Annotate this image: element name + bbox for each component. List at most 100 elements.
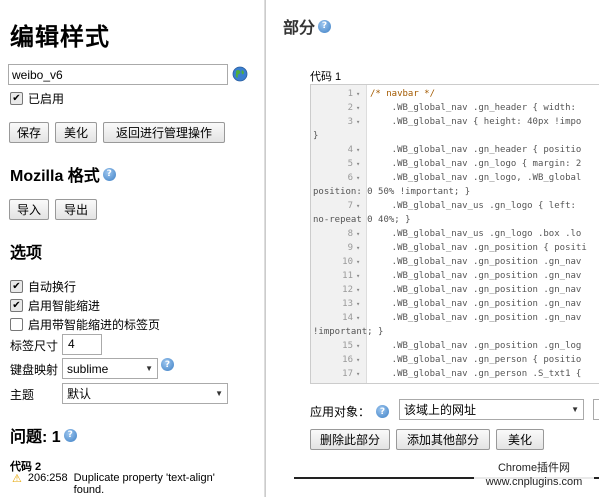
fold-icon[interactable]: ▾ <box>356 115 360 129</box>
code-text: .WB_global_nav .gn_person .S_txt1 { <box>370 369 582 379</box>
fold-icon[interactable]: ▾ <box>356 143 360 157</box>
line-number: 8 <box>347 229 353 239</box>
fold-icon[interactable]: ▾ <box>356 297 360 311</box>
code-line[interactable]: 2 ▾ .WB_global_nav .gn_header { width: <box>311 101 599 115</box>
apply-to-value-input[interactable] <box>593 399 599 420</box>
watermark-line2: www.cnplugins.com <box>485 476 583 488</box>
code-line-wrapped[interactable]: } <box>311 129 599 143</box>
line-number: 9 <box>347 243 353 253</box>
enabled-checkbox[interactable]: ✔ 已启用 <box>10 90 64 107</box>
back-to-manage-button[interactable]: 返回进行管理操作 <box>103 122 225 143</box>
help-icon[interactable]: ? <box>161 358 174 371</box>
code-line[interactable]: 17 ▾ .WB_global_nav .gn_person .S_txt1 { <box>311 367 599 381</box>
fold-icon[interactable]: ▾ <box>356 269 360 283</box>
apply-to-select[interactable]: 该域上的网址 ▼ <box>399 399 584 420</box>
issue-item[interactable]: ⚠ 206:258 Duplicate property 'text-align… <box>12 472 215 496</box>
fold-icon[interactable]: ▾ <box>356 255 360 269</box>
fold-icon[interactable]: ▾ <box>356 227 360 241</box>
tab-smart-indent-checkbox[interactable]: 启用带智能缩进的标签页 <box>10 316 160 333</box>
help-icon[interactable]: ? <box>102 167 116 181</box>
code-line[interactable]: 3 ▾ .WB_global_nav { height: 40px !impo <box>311 115 599 129</box>
keymap-label: 键盘映射 <box>10 363 59 377</box>
code-text: .WB_global_nav_us .gn_logo .box .lo <box>370 229 582 239</box>
help-icon[interactable]: ? <box>318 19 332 33</box>
issues-title: 问题: 1 <box>10 429 61 446</box>
fold-icon[interactable]: ▾ <box>356 241 360 255</box>
fold-icon[interactable]: ▾ <box>356 101 360 115</box>
line-number: 16 <box>342 355 353 365</box>
options-heading: 选项 <box>10 245 43 262</box>
code-line[interactable]: 16 ▾ .WB_global_nav .gn_person { positio <box>311 353 599 367</box>
issue-message-cont: found. <box>73 484 105 496</box>
style-name-input[interactable] <box>8 64 228 85</box>
tab-size-input[interactable]: 4 <box>62 334 102 355</box>
sections-title: 部分 <box>283 20 316 37</box>
globe-icon[interactable] <box>232 66 248 82</box>
delete-section-button[interactable]: 删除此部分 <box>310 429 390 450</box>
line-number: 11 <box>342 271 353 281</box>
code-line-wrapped[interactable]: no-repeat 0 40%; } <box>311 213 599 227</box>
code-line[interactable]: 14 ▾ .WB_global_nav .gn_position .gn_nav <box>311 311 599 325</box>
keymap-select[interactable]: sublime ▼ <box>62 358 158 379</box>
issues-heading: 问题: 1 ? <box>10 423 77 447</box>
code-editor[interactable]: 1 ▾/* navbar */2 ▾ .WB_global_nav .gn_head… <box>310 84 599 384</box>
smart-indent-checkbox[interactable]: ✔ 启用智能缩进 <box>10 297 100 314</box>
help-icon[interactable]: ? <box>63 428 77 442</box>
code-text: .WB_global_nav .gn_logo, .WB_global <box>370 173 582 183</box>
smart-indent-label: 启用智能缩进 <box>28 299 101 313</box>
fold-icon[interactable]: ▾ <box>356 283 360 297</box>
help-icon[interactable]: ? <box>376 405 390 418</box>
mozilla-format-title: Mozilla 格式 <box>10 168 100 185</box>
code-line[interactable]: 7 ▾ .WB_global_nav_us .gn_logo { left: <box>311 199 599 213</box>
code-line[interactable]: 5 ▾ .WB_global_nav .gn_logo { margin: 2 <box>311 157 599 171</box>
chevron-down-icon: ▼ <box>145 364 153 373</box>
line-wrap-checkbox[interactable]: ✔ 自动换行 <box>10 278 76 295</box>
code-text: .WB_global_nav .gn_position .gn_nav <box>370 257 582 267</box>
code-line[interactable]: 10 ▾ .WB_global_nav .gn_position .gn_nav <box>311 255 599 269</box>
import-button[interactable]: 导入 <box>9 199 49 220</box>
beautify-button[interactable]: 美化 <box>55 122 97 143</box>
code-line[interactable]: 4 ▾ .WB_global_nav .gn_header { positio <box>311 143 599 157</box>
code-text: .WB_global_nav .gn_position .gn_nav <box>370 271 582 281</box>
keymap-value: sublime <box>67 361 109 376</box>
fold-icon[interactable]: ▾ <box>356 87 360 101</box>
export-button[interactable]: 导出 <box>55 199 97 220</box>
fold-icon[interactable]: ▾ <box>356 367 360 381</box>
add-section-button[interactable]: 添加其他部分 <box>396 429 490 450</box>
code-text-wrapped: position: 0 50% !important; } <box>313 187 471 197</box>
code-text: .WB_global_nav .gn_logo { margin: 2 <box>370 159 582 169</box>
code-line[interactable]: 15 ▾ .WB_global_nav .gn_position .gn_log <box>311 339 599 353</box>
line-number: 5 <box>347 159 353 169</box>
code-line-wrapped[interactable]: !important; } <box>311 325 599 339</box>
mozilla-format-heading: Mozilla 格式 ? <box>10 162 116 186</box>
code-text: .WB_global_nav .gn_position .gn_nav <box>370 299 582 309</box>
fold-icon[interactable]: ▾ <box>356 339 360 353</box>
fold-icon[interactable]: ▾ <box>356 311 360 325</box>
code-line[interactable]: 1 ▾ /* navbar */ <box>311 87 599 101</box>
line-number: 7 <box>347 201 353 211</box>
section-beautify-button[interactable]: 美化 <box>496 429 544 450</box>
issue-message: Duplicate property 'text-align' <box>73 472 215 484</box>
code-line[interactable]: 13 ▾ .WB_global_nav .gn_position .gn_nav <box>311 297 599 311</box>
check-icon: ✔ <box>10 92 23 105</box>
line-number: 15 <box>342 341 353 351</box>
code-line[interactable]: 12 ▾ .WB_global_nav .gn_position .gn_nav <box>311 283 599 297</box>
code-line-wrapped[interactable]: position: 0 50% !important; } <box>311 185 599 199</box>
code-line[interactable]: 9 ▾ .WB_global_nav .gn_position { positi <box>311 241 599 255</box>
code-line[interactable]: 6 ▾ .WB_global_nav .gn_logo, .WB_global <box>311 171 599 185</box>
check-icon: ✔ <box>10 299 23 312</box>
chevron-down-icon: ▼ <box>215 389 223 398</box>
theme-select[interactable]: 默认 ▼ <box>62 383 228 404</box>
check-icon: ✔ <box>10 280 23 293</box>
code-text-wrapped: } <box>313 131 319 141</box>
fold-icon[interactable]: ▾ <box>356 171 360 185</box>
save-button[interactable]: 保存 <box>9 122 49 143</box>
code-line[interactable]: 8 ▾ .WB_global_nav_us .gn_logo .box .lo <box>311 227 599 241</box>
fold-icon[interactable]: ▾ <box>356 157 360 171</box>
sections-heading: 部分 ? <box>283 14 332 38</box>
enabled-label: 已启用 <box>28 92 65 106</box>
fold-icon[interactable]: ▾ <box>356 199 360 213</box>
code-text-wrapped: !important; } <box>313 327 384 337</box>
fold-icon[interactable]: ▾ <box>356 353 360 367</box>
code-line[interactable]: 11 ▾ .WB_global_nav .gn_position .gn_nav <box>311 269 599 283</box>
